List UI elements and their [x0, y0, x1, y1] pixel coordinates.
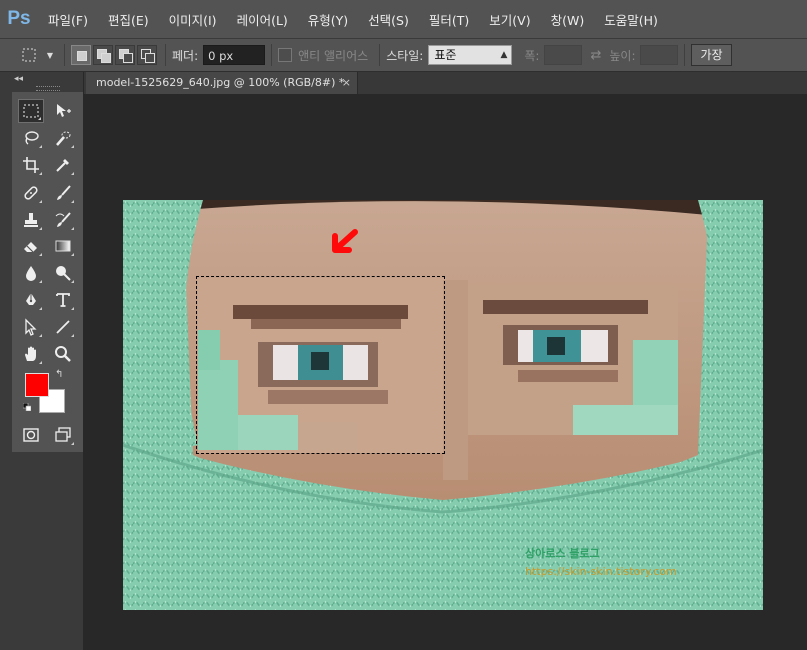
history-brush-icon [55, 212, 71, 227]
menu-edit[interactable]: 편집(E) [98, 10, 159, 29]
path-selection-tool[interactable] [18, 315, 44, 339]
water-drop-icon [26, 266, 36, 281]
watermark-blog-name: 상아로스 블로그 [525, 547, 600, 560]
document-tab[interactable]: model-1525629_640.jpg @ 100% (RGB/8#) * … [86, 72, 358, 94]
close-icon[interactable]: × [342, 72, 351, 94]
intersect-selection-button[interactable] [137, 45, 157, 65]
line-tool[interactable] [50, 315, 76, 339]
photoshop-logo: Ps [7, 8, 31, 29]
antialias-checkbox[interactable] [278, 48, 293, 62]
magnifier-icon [55, 346, 71, 362]
swap-width-height-icon[interactable]: ⇄ [590, 48, 601, 63]
move-tool[interactable] [50, 99, 76, 123]
blur-tool[interactable] [18, 261, 44, 285]
type-t-icon [56, 293, 70, 307]
options-bar: ▼ 페더: 0 px 앤티 앨리어스 스타일: 표준 ▲ 폭: ⇄ 높이: 가장 [0, 39, 807, 72]
marquee-selection[interactable] [196, 276, 445, 454]
default-colors-icon[interactable] [23, 403, 31, 411]
feather-label: 페더: [172, 48, 199, 63]
gradient-icon [55, 240, 71, 252]
pen-tool[interactable] [18, 288, 44, 312]
brush-icon [57, 185, 71, 200]
menu-layer[interactable]: 레이어(L) [227, 10, 298, 29]
dodge-icon [56, 266, 71, 281]
watermark-url: https://skin-skin.tistory.com [525, 565, 677, 578]
tool-preset-picker[interactable]: ▼ [16, 43, 58, 67]
menu-help[interactable]: 도움말(H) [594, 10, 668, 29]
swap-colors-icon[interactable]: ↰ [55, 369, 63, 380]
divider [684, 44, 686, 66]
menu-select[interactable]: 선택(S) [358, 10, 419, 29]
select-arrows-icon: ▲ [500, 50, 508, 60]
eyedropper-tool[interactable] [50, 153, 76, 177]
menu-type[interactable]: 유형(Y) [298, 10, 358, 29]
new-selection-button[interactable] [71, 45, 91, 65]
healing-brush-tool[interactable] [18, 181, 44, 205]
lasso-tool[interactable] [18, 126, 44, 150]
height-input[interactable] [640, 45, 679, 65]
quick-mask-icon [23, 428, 39, 442]
feather-input[interactable]: 0 px [203, 45, 266, 65]
divider [165, 44, 166, 66]
divider [271, 44, 273, 66]
height-label: 높이: [609, 48, 636, 63]
quick-selection-brush-icon [56, 131, 71, 146]
dodge-tool[interactable] [50, 261, 76, 285]
chevron-down-icon: ▼ [46, 50, 54, 60]
screen-mode-icon [55, 427, 71, 442]
style-select-value: 표준 [434, 48, 457, 62]
menu-window[interactable]: 창(W) [541, 10, 595, 29]
zoom-tool[interactable] [50, 342, 76, 366]
gradient-tool[interactable] [50, 234, 76, 258]
quick-mask-button[interactable] [18, 423, 44, 447]
lasso-icon [25, 131, 39, 145]
quick-selection-tool[interactable] [50, 126, 76, 150]
divider [379, 44, 381, 66]
menu-bar: Ps 파일(F) 편집(E) 이미지(I) 레이어(L) 유형(Y) 선택(S)… [0, 0, 807, 39]
eyedropper-icon [56, 159, 69, 172]
hand-icon [25, 346, 36, 361]
divider [64, 44, 65, 66]
marquee-tool[interactable] [18, 99, 44, 123]
menu-view[interactable]: 보기(V) [479, 10, 540, 29]
eraser-icon [24, 242, 37, 253]
rectangular-marquee-icon [22, 48, 36, 62]
stamp-icon [24, 213, 38, 227]
move-icon [57, 104, 71, 117]
brush-tool[interactable] [50, 181, 76, 205]
foreground-color-swatch[interactable] [25, 373, 49, 397]
style-label: 스타일: [386, 48, 424, 63]
clone-stamp-tool[interactable] [18, 208, 44, 232]
type-tool[interactable] [50, 288, 76, 312]
add-to-selection-button[interactable] [93, 45, 113, 65]
document-tab-title: model-1525629_640.jpg @ 100% (RGB/8#) * [96, 76, 345, 89]
menu-filter[interactable]: 필터(T) [419, 10, 479, 29]
screen-mode-button[interactable] [50, 423, 76, 447]
width-input[interactable] [544, 45, 583, 65]
width-label: 폭: [524, 48, 540, 63]
subtract-from-selection-button[interactable] [115, 45, 135, 65]
toolbar-grip[interactable] [36, 86, 60, 91]
pen-icon [26, 293, 36, 305]
style-select[interactable]: 표준 ▲ [428, 45, 513, 65]
line-icon [56, 320, 70, 334]
eraser-tool[interactable] [18, 234, 44, 258]
crop-tool[interactable] [18, 153, 44, 177]
crop-icon [23, 157, 39, 173]
menu-file[interactable]: 파일(F) [38, 10, 98, 29]
arrow-pointer-icon [25, 318, 37, 336]
history-brush-tool[interactable] [50, 208, 76, 232]
bandage-icon [24, 186, 38, 200]
collapse-panel-icon[interactable]: ◂◂ [14, 74, 23, 84]
menu-image[interactable]: 이미지(I) [159, 10, 227, 29]
pixelated-region-right [468, 285, 678, 435]
antialias-label: 앤티 앨리어스 [298, 48, 369, 63]
hand-tool[interactable] [18, 342, 44, 366]
refine-edge-button[interactable]: 가장 [691, 44, 732, 66]
